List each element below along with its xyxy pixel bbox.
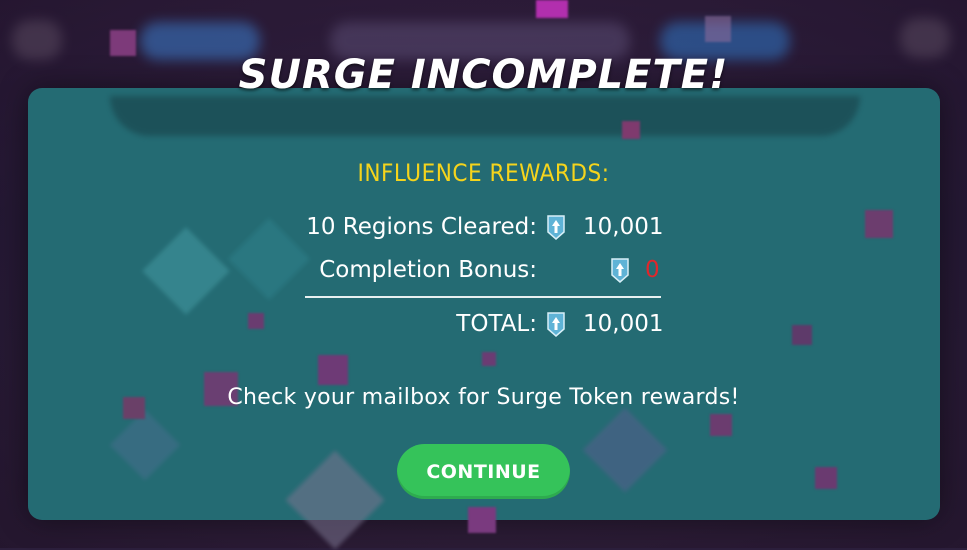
confetti-square <box>705 16 731 42</box>
mailbox-message: Check your mailbox for Surge Token rewar… <box>227 385 740 410</box>
total-label: TOTAL: <box>456 311 537 337</box>
reward-row-label: 10 Regions Cleared: <box>306 214 537 240</box>
completion-bonus-value: 0 <box>645 257 660 283</box>
confetti-square <box>815 467 837 489</box>
influence-token-icon <box>547 312 565 337</box>
influence-token-icon <box>547 215 565 240</box>
confetti-square <box>622 121 640 139</box>
panel-tab-strip <box>110 96 860 136</box>
confetti-square <box>710 414 732 436</box>
total-row: TOTAL: 10,001 <box>0 311 967 341</box>
confetti-square <box>482 352 496 366</box>
confetti-square <box>468 507 496 533</box>
total-value: 10,001 <box>583 311 664 337</box>
influence-token-icon <box>611 258 629 283</box>
dialog-title: SURGE INCOMPLETE! <box>238 52 729 98</box>
total-divider <box>305 296 661 298</box>
confetti-square <box>536 0 568 18</box>
reward-row: 10 Regions Cleared: 10,001 <box>0 214 967 244</box>
continue-button-label: CONTINUE <box>426 460 541 483</box>
reward-row-value: 10,001 <box>583 214 664 240</box>
reward-row-label: Completion Bonus: <box>319 257 537 283</box>
rewards-header: INFLUENCE REWARDS: <box>357 159 610 187</box>
continue-button[interactable]: CONTINUE <box>397 444 570 499</box>
reward-row: Completion Bonus: 0 <box>0 257 967 287</box>
confetti-square <box>318 355 348 385</box>
